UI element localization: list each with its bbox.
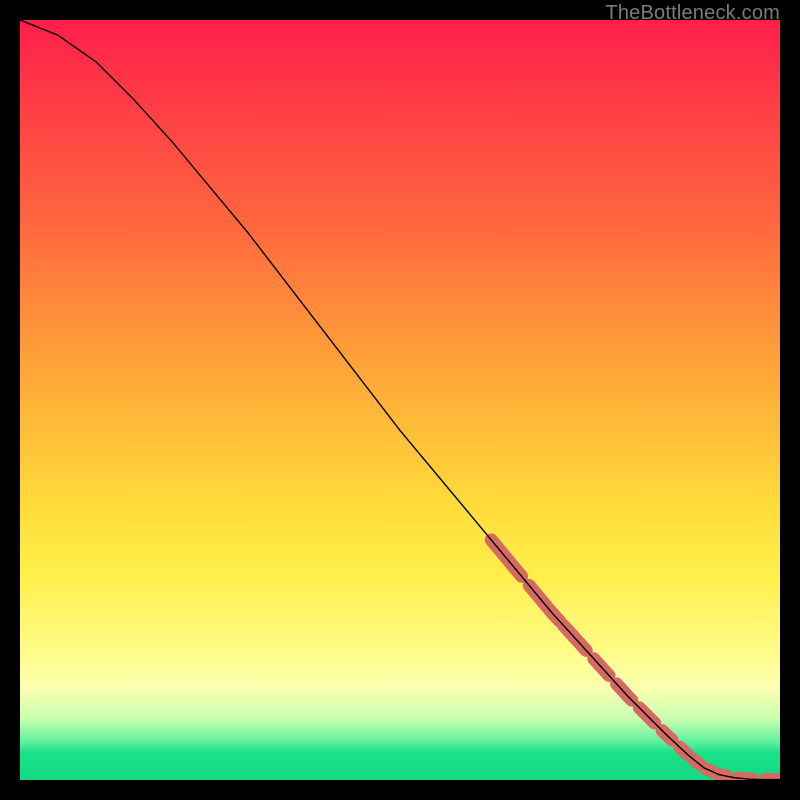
chart-frame: TheBottleneck.com [20, 20, 780, 780]
curve-path [20, 20, 780, 780]
highlight-dash-group [491, 540, 780, 780]
chart-svg [20, 20, 780, 780]
